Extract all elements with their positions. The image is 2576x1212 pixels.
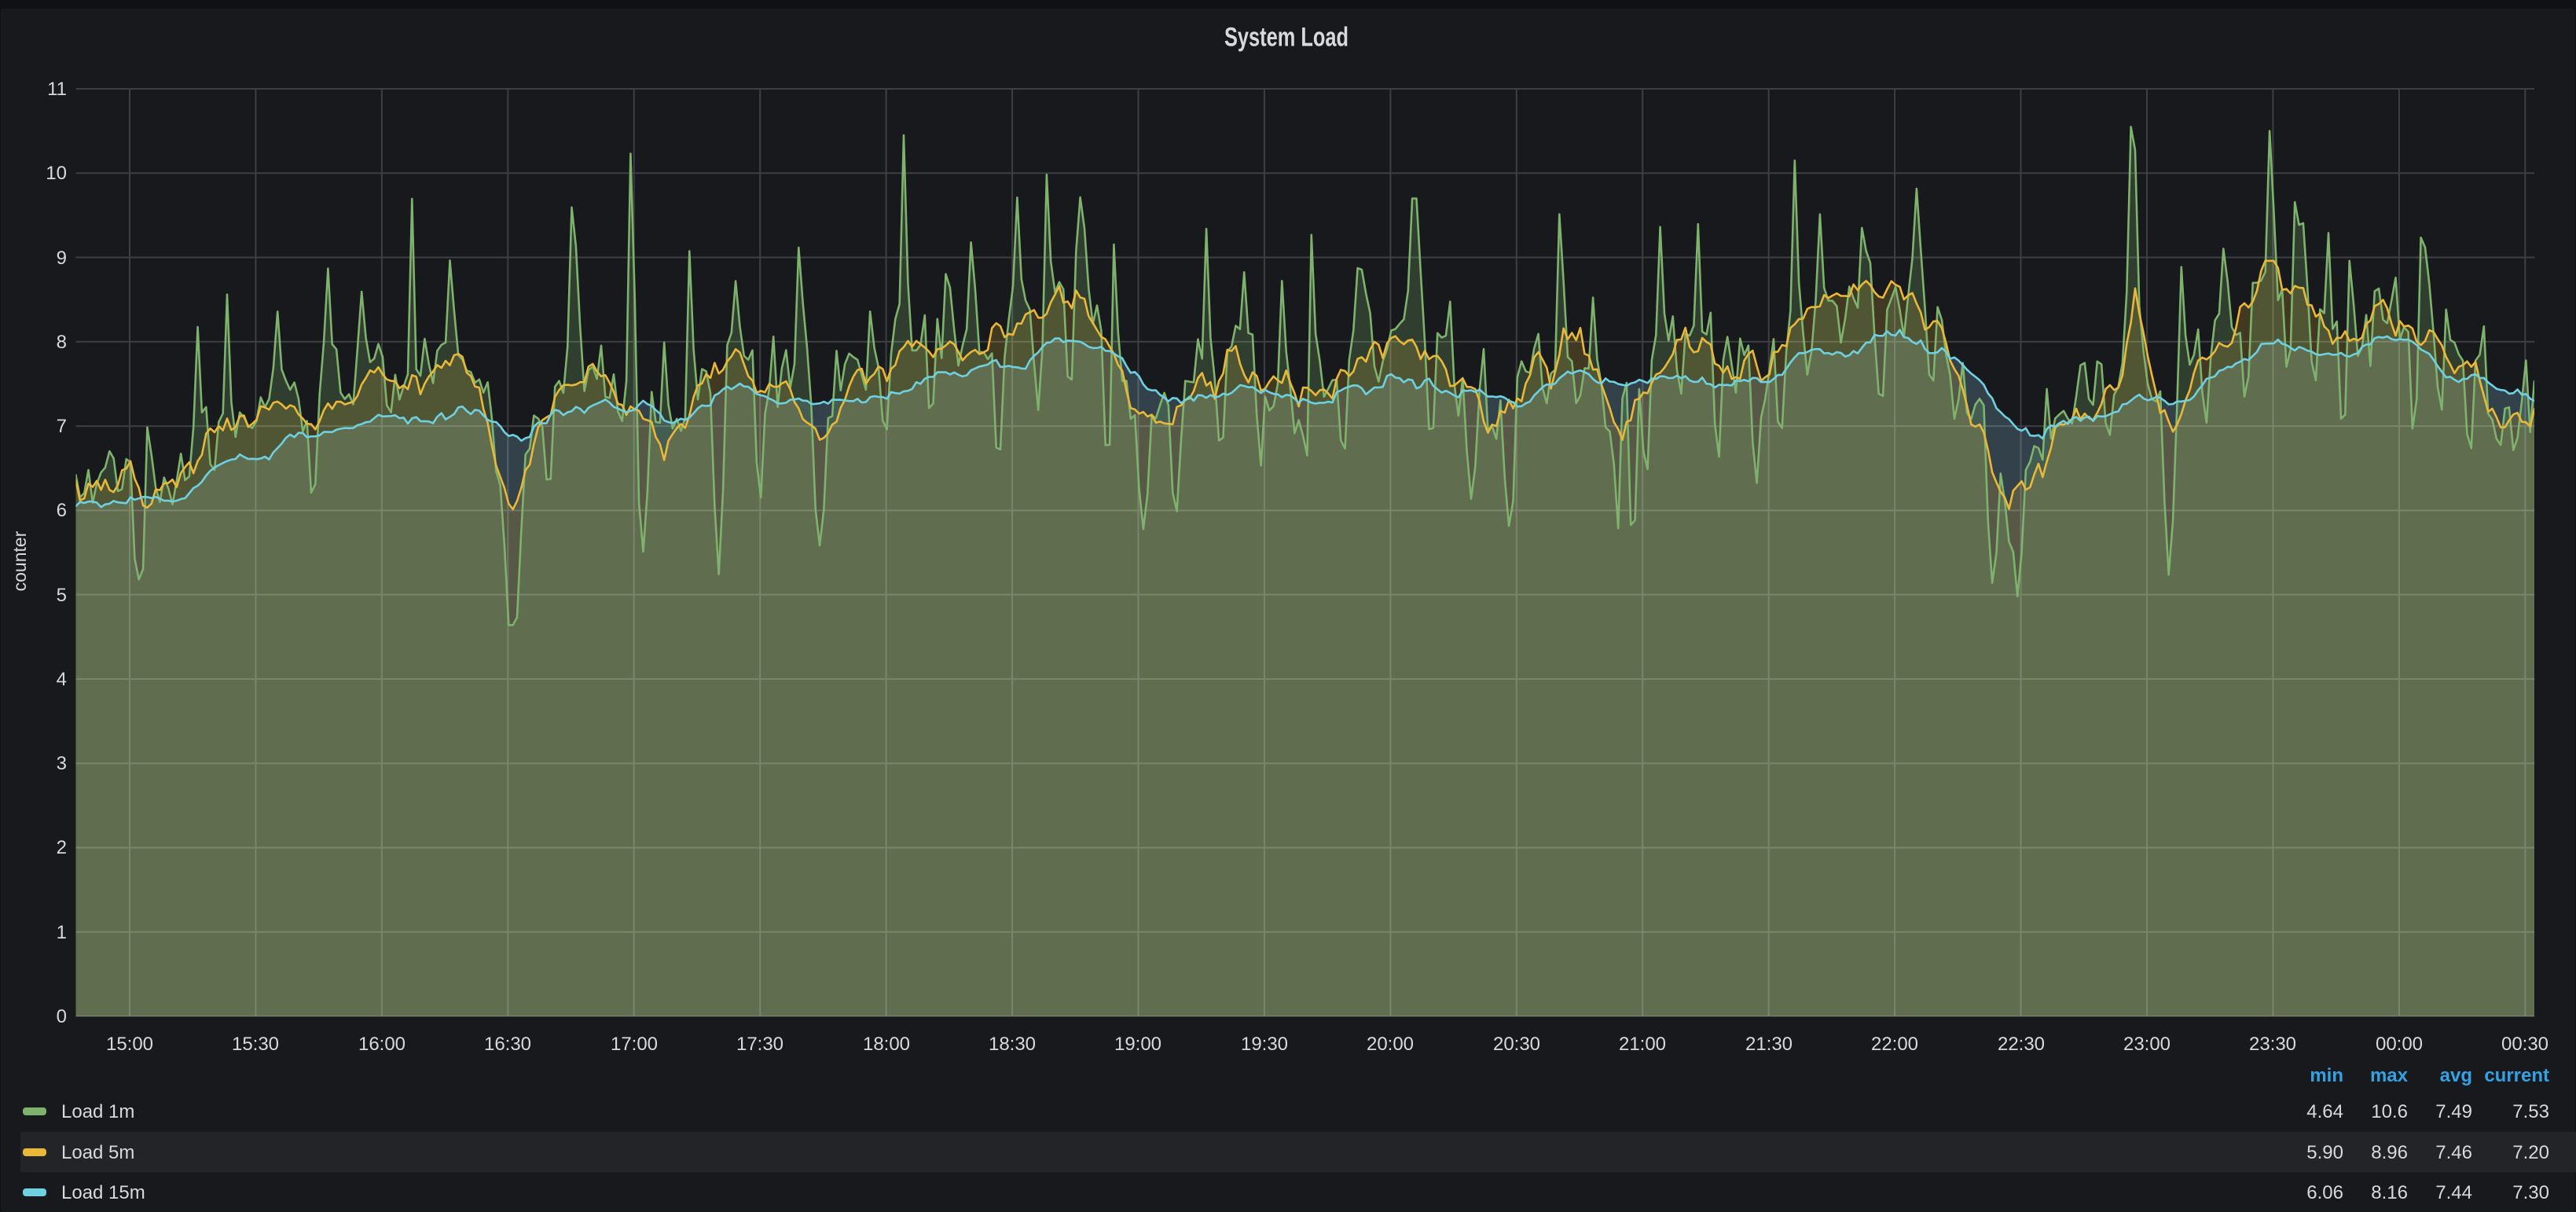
svg-text:7.30: 7.30 [2512,1182,2549,1203]
svg-text:0: 0 [57,1006,67,1027]
svg-text:11: 11 [47,79,67,100]
svg-text:23:30: 23:30 [2249,1034,2296,1055]
svg-text:7.49: 7.49 [2435,1101,2472,1122]
svg-text:4.64: 4.64 [2306,1101,2343,1122]
svg-text:22:30: 22:30 [1998,1034,2045,1055]
svg-text:5: 5 [57,585,67,606]
svg-text:7.46: 7.46 [2435,1142,2472,1163]
svg-text:20:00: 20:00 [1367,1034,1414,1055]
svg-text:avg: avg [2440,1065,2472,1086]
svg-text:9: 9 [57,248,67,269]
svg-text:8.96: 8.96 [2371,1142,2408,1163]
svg-text:5.90: 5.90 [2306,1142,2343,1163]
svg-text:max: max [2370,1065,2409,1086]
svg-text:18:30: 18:30 [989,1034,1036,1055]
svg-text:current: current [2484,1065,2549,1086]
svg-text:20:30: 20:30 [1493,1034,1540,1055]
svg-text:7.20: 7.20 [2512,1142,2549,1163]
svg-text:22:00: 22:00 [1871,1034,1918,1055]
svg-text:7.53: 7.53 [2512,1101,2549,1122]
svg-text:Load 1m: Load 1m [61,1101,134,1122]
svg-text:7.44: 7.44 [2435,1182,2472,1203]
svg-text:4: 4 [57,669,67,690]
svg-text:6.06: 6.06 [2306,1182,2343,1203]
svg-text:10: 10 [46,163,67,184]
svg-text:8.16: 8.16 [2371,1182,2408,1203]
svg-text:Load 5m: Load 5m [61,1142,134,1163]
svg-text:counter: counter [9,531,30,591]
svg-text:19:00: 19:00 [1114,1034,1161,1055]
svg-text:min: min [2310,1065,2343,1086]
svg-text:1: 1 [57,922,67,943]
svg-text:2: 2 [57,837,67,858]
svg-text:17:30: 17:30 [736,1034,783,1055]
svg-text:23:00: 23:00 [2123,1034,2171,1055]
svg-text:Load 15m: Load 15m [61,1182,145,1203]
svg-text:18:00: 18:00 [863,1034,910,1055]
svg-text:3: 3 [57,753,67,774]
svg-text:21:30: 21:30 [1745,1034,1793,1055]
svg-text:16:00: 16:00 [358,1034,405,1055]
svg-text:8: 8 [57,332,67,353]
svg-text:21:00: 21:00 [1619,1034,1666,1055]
svg-text:10.6: 10.6 [2371,1101,2408,1122]
svg-text:15:30: 15:30 [232,1034,279,1055]
svg-text:System Load: System Load [1224,23,1349,53]
svg-text:00:30: 00:30 [2501,1034,2548,1055]
svg-text:00:00: 00:00 [2376,1034,2423,1055]
svg-text:16:30: 16:30 [484,1034,531,1055]
svg-text:17:00: 17:00 [611,1034,658,1055]
svg-text:19:30: 19:30 [1241,1034,1288,1055]
svg-text:6: 6 [57,500,67,521]
svg-text:15:00: 15:00 [106,1034,153,1055]
svg-text:7: 7 [57,416,67,437]
